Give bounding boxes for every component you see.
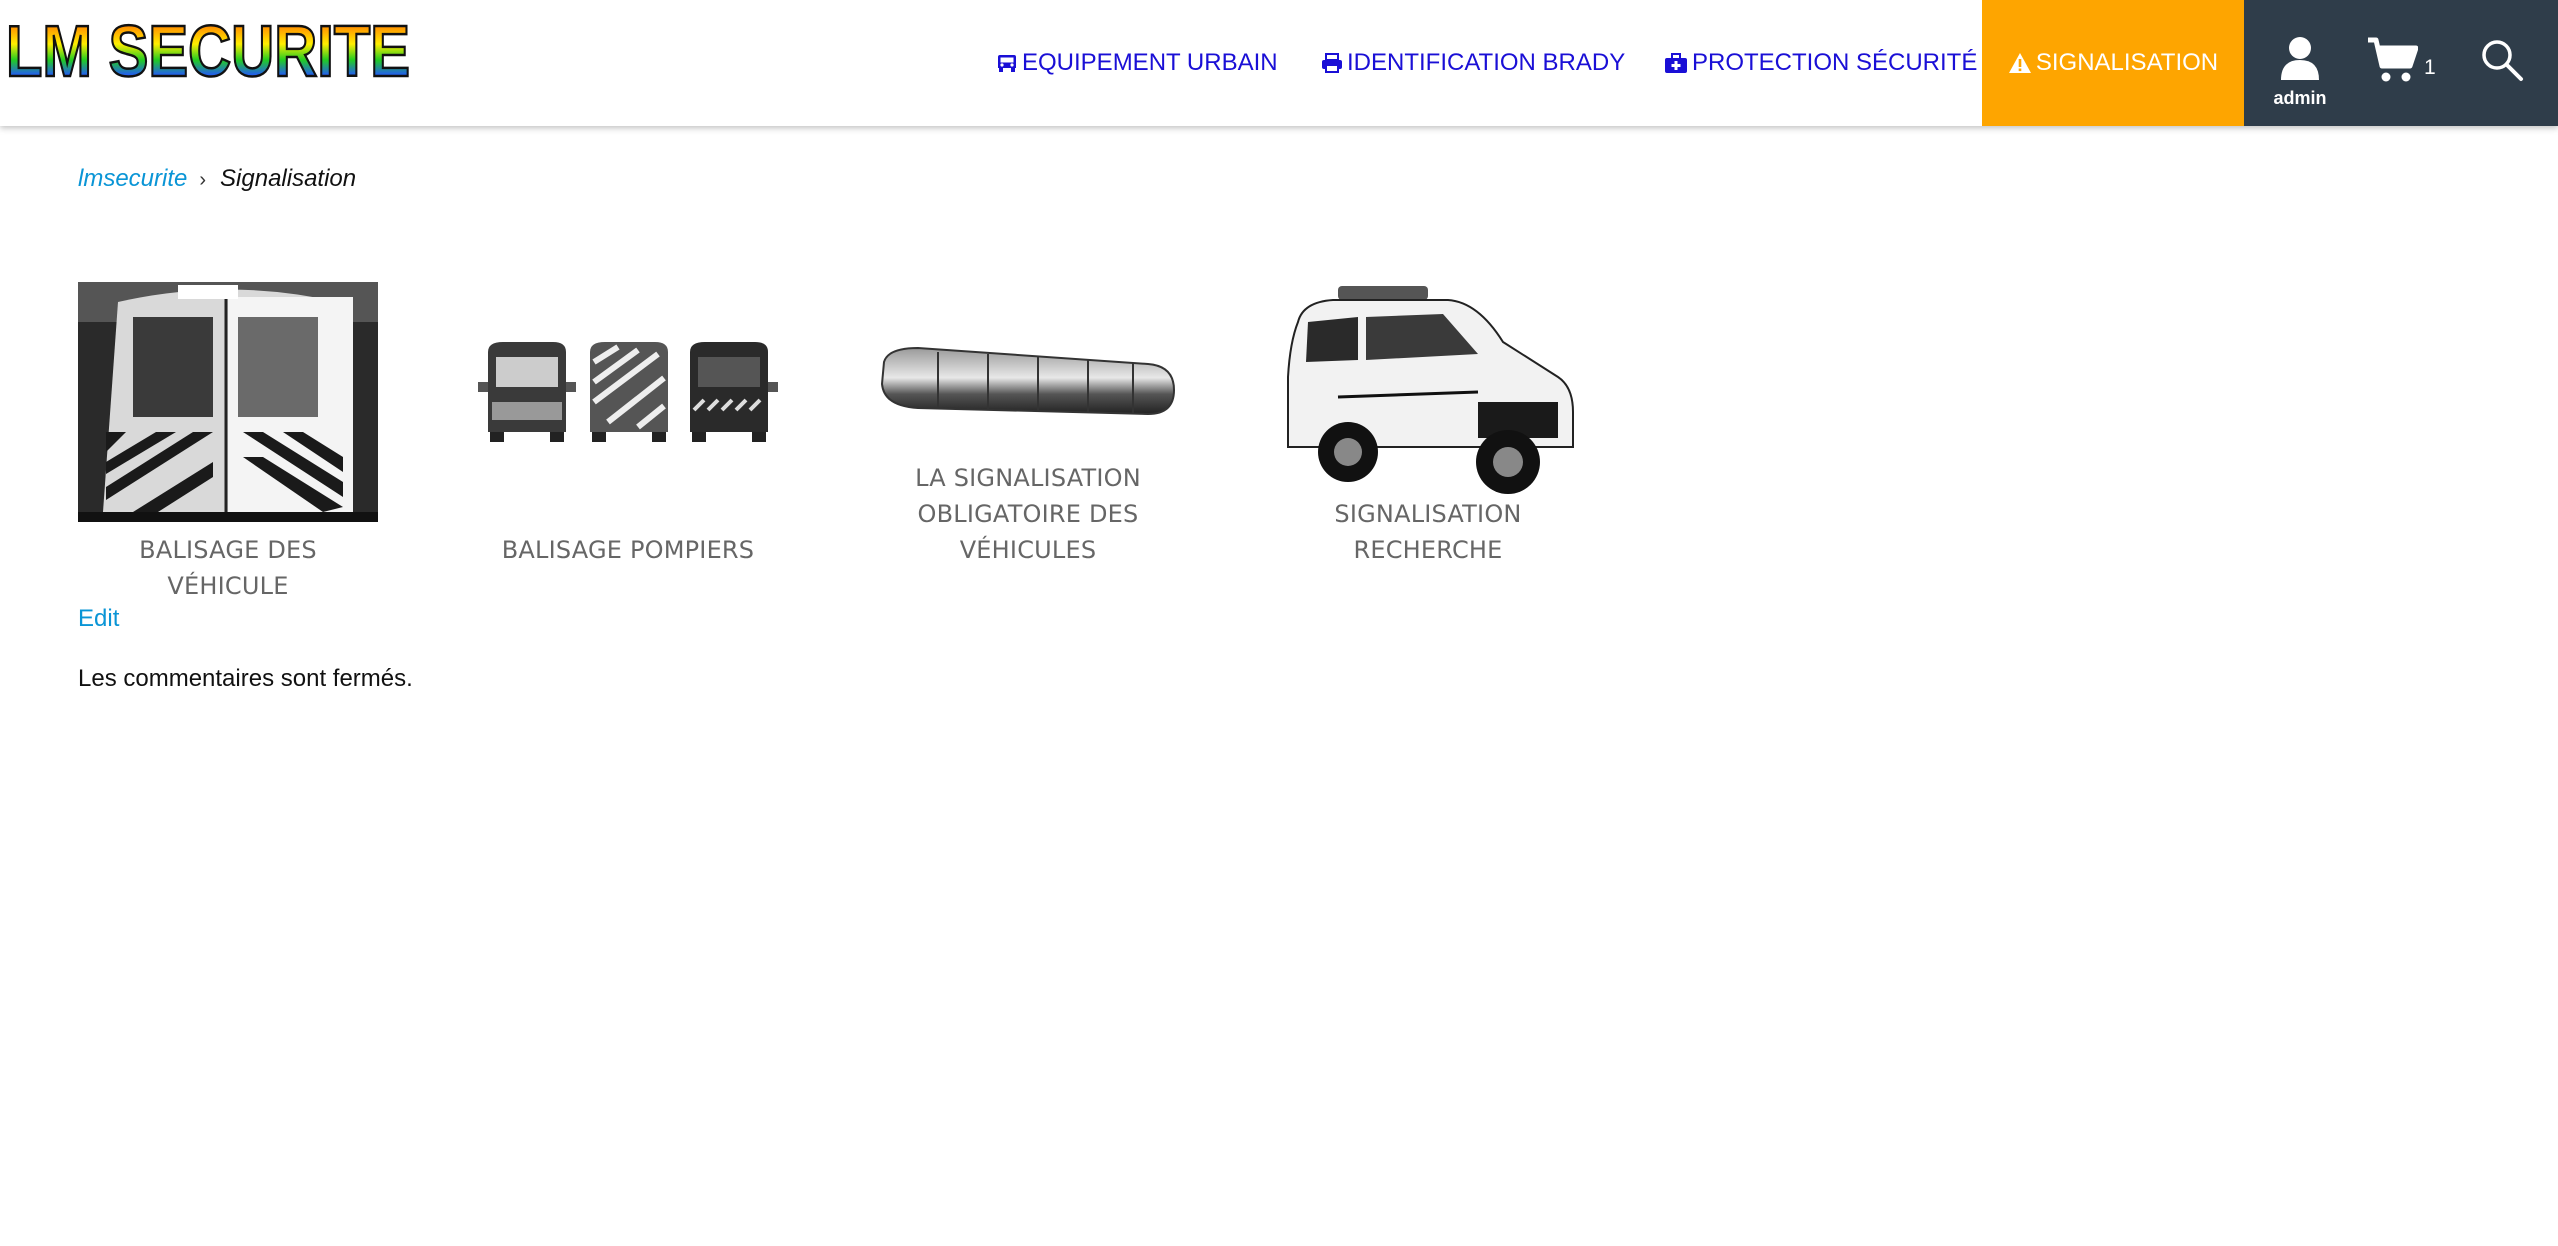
site-logo[interactable]: LM SECURITE [5,11,416,94]
category-title[interactable]: BALISAGE DES VÉHICULE [78,532,378,604]
nav-label: EQUIPEMENT URBAIN [1022,49,1278,76]
nav-label: IDENTIFICATION BRADY [1347,49,1626,76]
category-image-van-rear [78,282,378,522]
printer-icon [1322,53,1342,73]
category-image-police-car [1287,286,1574,494]
breadcrumb-home-link[interactable]: lmsecurite [78,165,187,192]
breadcrumb-separator: › [199,169,207,191]
account-button[interactable]: admin [2258,36,2342,116]
nav-protection-securite[interactable]: PROTECTION SÉCURITÉ [1664,0,1977,126]
warning-icon [2008,53,2031,73]
category-card[interactable]: SIGNALISATION RECHERCHE [1278,282,1578,572]
nav-signalisation[interactable]: SIGNALISATION [1982,0,2244,126]
search-icon [2482,40,2523,81]
category-image-vans-three-views [478,342,778,442]
category-image-light-bar [880,346,1176,416]
cart-icon [2368,37,2419,82]
medkit-icon [1665,53,1687,73]
user-icon [2281,37,2319,80]
category-card[interactable]: LA SIGNALISATION OBLIGATOIRE DES VÉHICUL… [878,282,1178,572]
nav-label: SIGNALISATION [2035,49,2219,76]
category-card[interactable]: BALISAGE POMPIERS [478,282,778,572]
nav-label: PROTECTION SÉCURITÉ [1692,49,1978,76]
nav-identification-brady[interactable]: IDENTIFICATION BRADY [1321,0,1625,126]
nav-equipement-urbain[interactable]: EQUIPEMENT URBAIN [996,0,1278,126]
edit-link[interactable]: Edit [78,605,119,633]
cart-button[interactable]: 1 [2366,36,2446,86]
car-icon [998,55,1016,72]
category-title[interactable]: SIGNALISATION RECHERCHE [1278,496,1578,568]
category-title[interactable]: BALISAGE POMPIERS [478,532,778,568]
site-header: LM SECURITE EQUIPEMENT URBAIN IDENTIFICA… [0,0,2558,126]
comments-closed-notice: Les commentaires sont fermés. [78,665,413,692]
cart-count: 1 [2424,56,2436,79]
account-username: admin [2273,88,2327,108]
category-title[interactable]: LA SIGNALISATION OBLIGATOIRE DES VÉHICUL… [878,460,1178,568]
svg-text:LM SECURITE: LM SECURITE [6,14,410,86]
category-card[interactable]: BALISAGE DES VÉHICULE [78,282,378,600]
logo-graphic: LM SECURITE [5,11,412,94]
breadcrumb: lmsecurite › Signalisation [78,165,356,193]
breadcrumb-current: Signalisation [220,165,357,192]
search-button[interactable] [2480,38,2526,84]
